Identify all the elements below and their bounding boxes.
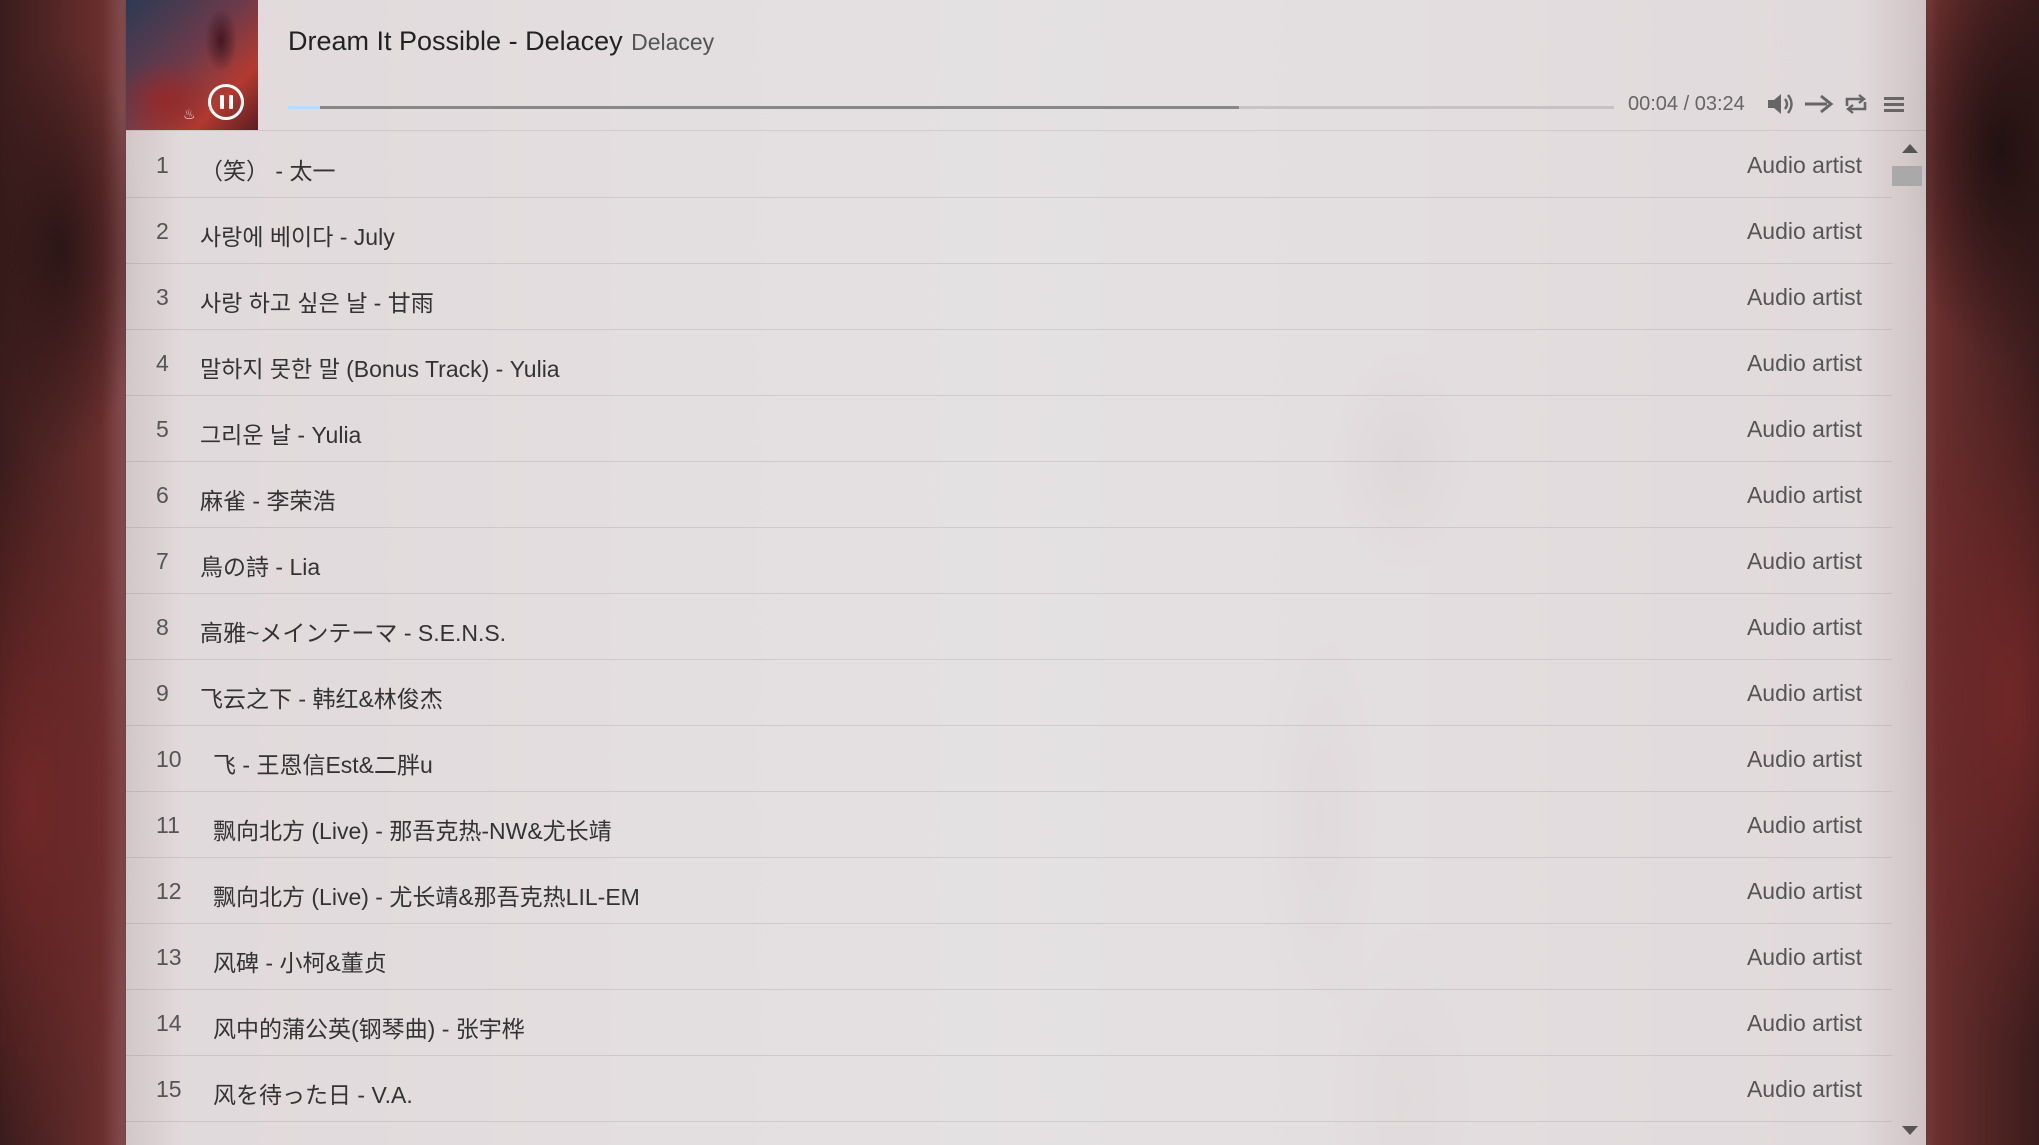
track-index: 8 [156, 614, 169, 640]
scroll-thumb[interactable] [1892, 166, 1922, 186]
track-name: 飞云之下 - 韩红&林俊杰 [200, 686, 443, 712]
album-cover[interactable]: ♨ [126, 0, 258, 130]
song-info: Dream It Possible - Delacey Delacey [288, 26, 714, 57]
scroll-up-arrow-icon[interactable] [1902, 144, 1918, 153]
volume-icon[interactable] [1766, 90, 1796, 118]
progress-bar[interactable] [288, 106, 1614, 109]
track-name: 飘向北方 (Live) - 尤长靖&那吾克热LIL-EM [213, 884, 640, 910]
playlist-row[interactable]: 12 飘向北方 (Live) - 尤长靖&那吾克热LIL-EM Audio arti… [126, 858, 1892, 924]
playlist-row[interactable]: 14 风中的蒲公英(钢琴曲) - 张宇桦 Audio artist [126, 990, 1892, 1056]
track-index: 11 [156, 812, 180, 838]
progress-played [288, 106, 320, 109]
track-index: 12 [156, 878, 182, 904]
track-artist: Audio artist [1746, 152, 1862, 178]
playlist-row[interactable]: 10 飞 - 王恩信Est&二胖u Audio artist [126, 726, 1892, 792]
track-artist: Audio artist [1746, 284, 1862, 310]
track-index: 9 [156, 680, 169, 706]
playlist-row[interactable]: 13 风碑 - 小柯&董贞 Audio artist [126, 924, 1892, 990]
track-artist: Audio artist [1746, 548, 1862, 574]
track-name: （笑） - 太一 [200, 158, 336, 184]
music-player: ♨ Dream It Possible - Delacey Delacey 00… [126, 0, 1926, 1145]
track-index: 13 [156, 944, 182, 970]
song-title: Dream It Possible - Delacey [288, 26, 623, 56]
playlist-row[interactable]: 3 사랑 하고 싶은 날 - 甘雨 Audio artist [126, 264, 1892, 330]
lotus-icon: ♨ [183, 106, 196, 122]
song-artist: Delacey [631, 29, 715, 55]
track-artist: Audio artist [1746, 614, 1862, 640]
track-name: 사랑 하고 싶은 날 - 甘雨 [200, 290, 434, 316]
pause-bar-left [219, 95, 224, 109]
track-artist: Audio artist [1746, 218, 1862, 244]
progress-loaded [288, 106, 1239, 109]
track-artist: Audio artist [1746, 1076, 1862, 1102]
scroll-down-arrow-icon[interactable] [1902, 1126, 1918, 1135]
playlist-row[interactable]: 15 风を待った日 - V.A. Audio artist [126, 1056, 1892, 1122]
track-index: 15 [156, 1076, 182, 1102]
playlist-scrollbar[interactable] [1892, 132, 1926, 1145]
track-index: 6 [156, 482, 169, 508]
track-name: 사랑에 베이다 - July [200, 224, 395, 250]
track-artist: Audio artist [1746, 680, 1862, 706]
track-name: 그리운 날 - Yulia [200, 422, 362, 448]
track-artist: Audio artist [1746, 812, 1862, 838]
track-index: 1 [156, 152, 169, 178]
track-name: 风を待った日 - V.A. [213, 1082, 413, 1108]
playlist-row[interactable]: 5 그리운 날 - Yulia Audio artist [126, 396, 1892, 462]
track-index: 4 [156, 350, 169, 376]
time-display: 00:04 / 03:24 [1628, 93, 1745, 115]
playlist-row[interactable]: 1 （笑） - 太一 Audio artist [126, 132, 1892, 198]
track-name: 麻雀 - 李荣浩 [200, 488, 336, 514]
track-artist: Audio artist [1746, 1010, 1862, 1036]
track-name: 말하지 못한 말 (Bonus Track) - Yulia [200, 356, 560, 382]
menu-icon[interactable] [1880, 90, 1908, 118]
track-name: 飞 - 王恩信Est&二胖u [213, 752, 433, 778]
player-header: ♨ Dream It Possible - Delacey Delacey 00… [126, 0, 1926, 131]
track-index: 3 [156, 284, 169, 310]
order-icon[interactable] [1803, 90, 1835, 118]
track-index: 7 [156, 548, 169, 574]
track-name: 风碑 - 小柯&董贞 [213, 950, 387, 976]
track-name: 风中的蒲公英(钢琴曲) - 张宇桦 [213, 1016, 525, 1042]
track-index: 5 [156, 416, 169, 442]
pause-button[interactable] [208, 84, 244, 120]
track-artist: Audio artist [1746, 944, 1862, 970]
playlist-row[interactable]: 9 飞云之下 - 韩红&林俊杰 Audio artist [126, 660, 1892, 726]
playlist-row[interactable]: 7 鳥の詩 - Lia Audio artist [126, 528, 1892, 594]
track-index: 14 [156, 1010, 182, 1036]
loop-icon[interactable] [1842, 90, 1870, 118]
track-name: 高雅~メインテーマ - S.E.N.S. [200, 620, 507, 646]
track-name: 飘向北方 (Live) - 那吾克热-NW&尤长靖 [213, 818, 612, 844]
track-index: 10 [156, 746, 182, 772]
playlist-row[interactable]: 6 麻雀 - 李荣浩 Audio artist [126, 462, 1892, 528]
track-index: 2 [156, 218, 169, 244]
playlist-row[interactable]: 8 高雅~メインテーマ - S.E.N.S. Audio artist [126, 594, 1892, 660]
track-artist: Audio artist [1746, 746, 1862, 772]
track-artist: Audio artist [1746, 350, 1862, 376]
playlist-row[interactable]: 11 飘向北方 (Live) - 那吾克热-NW&尤长靖 Audio artist [126, 792, 1892, 858]
playlist-row[interactable]: 4 말하지 못한 말 (Bonus Track) - Yulia Audio art… [126, 330, 1892, 396]
track-artist: Audio artist [1746, 878, 1862, 904]
track-name: 鳥の詩 - Lia [200, 554, 321, 580]
track-artist: Audio artist [1746, 482, 1862, 508]
pause-bar-right [228, 95, 233, 109]
track-artist: Audio artist [1746, 416, 1862, 442]
playlist: 1 （笑） - 太一 Audio artist 2 사랑에 베이다 - July Audi… [126, 132, 1892, 1122]
playlist-row[interactable]: 2 사랑에 베이다 - July Audio artist [126, 198, 1892, 264]
